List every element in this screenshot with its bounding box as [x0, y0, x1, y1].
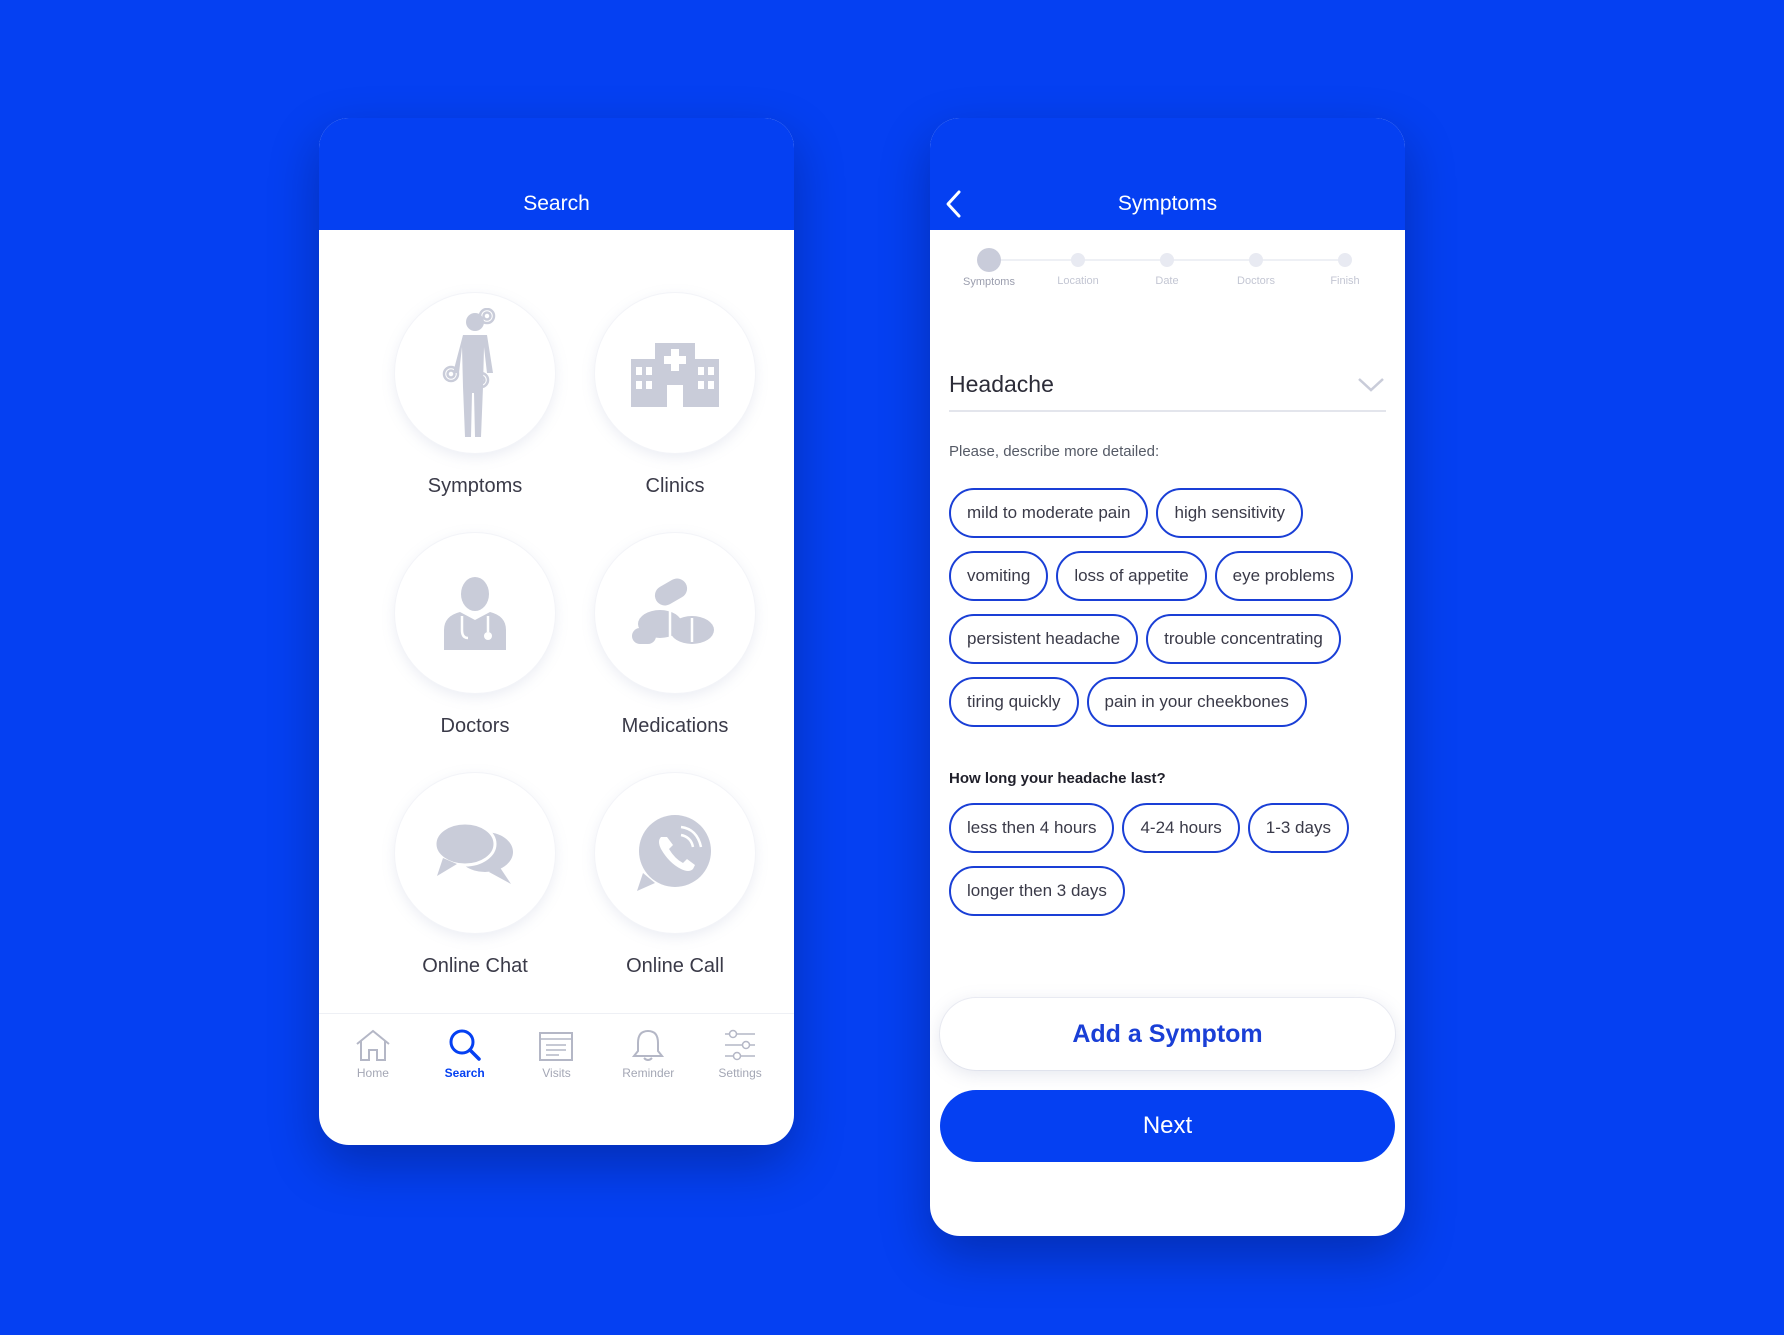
- step-dot: [977, 248, 1001, 272]
- search-screen: Search Symptoms Clinics Doctors Medicati…: [319, 118, 794, 1145]
- dropdown-value: Headache: [949, 370, 1054, 397]
- step-date[interactable]: Date: [1122, 248, 1212, 287]
- symptoms-header: Symptoms: [930, 118, 1405, 230]
- chip[interactable]: longer then 3 days: [949, 866, 1125, 916]
- nav-settings[interactable]: Settings: [700, 1020, 780, 1113]
- nav-reminder[interactable]: Reminder: [608, 1020, 688, 1113]
- nav-label: Visits: [542, 1066, 571, 1080]
- chip[interactable]: loss of appetite: [1056, 551, 1207, 601]
- pills-icon: [632, 578, 714, 644]
- search-header: Search: [319, 118, 794, 230]
- progress-stepper: Symptoms Location Date Doctors Finish: [944, 248, 1391, 308]
- bottom-nav: Home Search Visits Reminder Settings: [319, 1013, 794, 1113]
- page-title: Symptoms: [1117, 192, 1218, 215]
- nav-home[interactable]: Home: [333, 1020, 413, 1113]
- duration-chips: less then 4 hours 4-24 hours 1-3 days lo…: [949, 803, 1383, 916]
- tile-online-call[interactable]: Online Call: [575, 773, 775, 978]
- step-dot: [1071, 253, 1085, 267]
- step-finish[interactable]: Finish: [1300, 248, 1390, 287]
- tile-circle: [595, 293, 755, 453]
- duration-prompt: How long your headache last?: [949, 770, 1166, 787]
- step-dot: [1338, 253, 1352, 267]
- step-dot: [1160, 253, 1174, 267]
- phone-icon: [637, 815, 711, 891]
- symptom-dropdown[interactable]: Headache: [949, 358, 1386, 412]
- tile-symptoms[interactable]: Symptoms: [375, 293, 575, 498]
- chip[interactable]: trouble concentrating: [1146, 614, 1341, 664]
- chip[interactable]: less then 4 hours: [949, 803, 1115, 853]
- hospital-icon: [631, 343, 719, 407]
- tile-online-chat[interactable]: Online Chat: [375, 773, 575, 978]
- nav-label: Settings: [718, 1066, 762, 1080]
- chip[interactable]: persistent headache: [949, 614, 1139, 664]
- tile-label: Online Call: [626, 955, 724, 977]
- tile-circle: [595, 773, 755, 933]
- tile-circle: [395, 293, 555, 453]
- chat-icon: [433, 821, 513, 884]
- chip[interactable]: 4-24 hours: [1122, 803, 1240, 853]
- tile-circle: [595, 533, 755, 693]
- chip[interactable]: high sensitivity: [1156, 488, 1304, 538]
- step-label: Doctors: [1237, 275, 1275, 287]
- step-label: Symptoms: [963, 276, 1015, 288]
- tile-label: Doctors: [440, 715, 510, 737]
- chevron-down-icon: [1358, 378, 1384, 392]
- tile-clinics[interactable]: Clinics: [575, 293, 775, 498]
- add-symptom-button[interactable]: Add a Symptom: [940, 998, 1395, 1070]
- chip[interactable]: tiring quickly: [949, 677, 1079, 727]
- tile-label: Clinics: [645, 475, 705, 497]
- nav-label: Search: [444, 1066, 485, 1080]
- tile-label: Medications: [621, 715, 729, 737]
- detail-chips: mild to moderate pain high sensitivity v…: [949, 488, 1383, 727]
- chip[interactable]: eye problems: [1214, 551, 1353, 601]
- home-icon: [356, 1029, 390, 1061]
- step-location[interactable]: Location: [1033, 248, 1123, 287]
- chip[interactable]: pain in your cheekbones: [1086, 677, 1307, 727]
- nav-search[interactable]: Search: [425, 1020, 505, 1113]
- search-icon: [449, 1029, 481, 1061]
- tile-label: Online Chat: [422, 955, 528, 977]
- nav-label: Reminder: [622, 1066, 675, 1080]
- step-label: Finish: [1330, 275, 1360, 287]
- nav-visits[interactable]: Visits: [516, 1020, 596, 1113]
- sliders-icon: [725, 1029, 756, 1061]
- doctor-icon: [444, 577, 506, 650]
- tile-circle: [395, 773, 555, 933]
- step-symptoms[interactable]: Symptoms: [944, 248, 1034, 288]
- nav-label: Home: [356, 1066, 389, 1080]
- tile-label: Symptoms: [427, 475, 523, 497]
- chip[interactable]: mild to moderate pain: [949, 488, 1149, 538]
- step-label: Location: [1057, 275, 1099, 287]
- page-title: Search: [523, 192, 590, 215]
- symptoms-screen: Symptoms Symptoms Location Date Doctors …: [930, 118, 1405, 1236]
- tile-circle: [395, 533, 555, 693]
- tile-doctors[interactable]: Doctors: [375, 533, 575, 738]
- chip[interactable]: vomiting: [949, 551, 1049, 601]
- bell-icon: [632, 1029, 665, 1061]
- body-icon: [442, 308, 496, 437]
- calendar-icon: [539, 1032, 574, 1061]
- step-dot: [1249, 253, 1263, 267]
- step-doctors[interactable]: Doctors: [1211, 248, 1301, 287]
- step-label: Date: [1155, 275, 1179, 287]
- next-button[interactable]: Next: [940, 1090, 1395, 1162]
- tile-medications[interactable]: Medications: [575, 533, 775, 738]
- chip[interactable]: 1-3 days: [1247, 803, 1349, 853]
- describe-prompt: Please, describe more detailed:: [949, 443, 1160, 460]
